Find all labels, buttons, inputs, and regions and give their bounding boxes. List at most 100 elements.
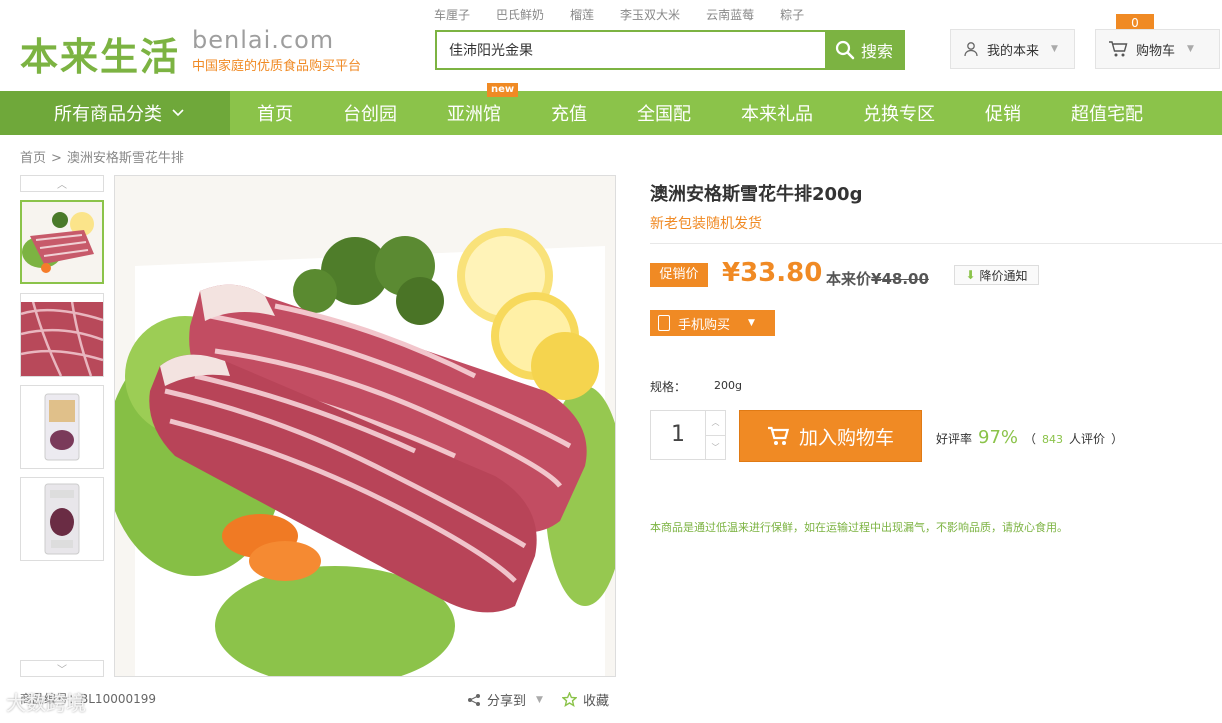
nav-item-nationwide[interactable]: 全国配	[637, 91, 691, 135]
share-icon	[468, 693, 480, 706]
nav-item-asia[interactable]: 亚洲馆 new	[447, 83, 519, 135]
breadcrumb-current[interactable]: 澳洲安格斯雪花牛排	[67, 151, 184, 166]
phone-icon	[658, 315, 670, 331]
steak-closeup-thumb	[21, 294, 103, 376]
my-account-button[interactable]: 我的本来 ▼	[950, 29, 1075, 69]
star-icon	[562, 692, 577, 707]
promo-price-tag: 促销价	[650, 263, 708, 287]
divider	[650, 243, 1222, 244]
nav-item-label: 充值	[551, 104, 587, 125]
main-nav: 所有商品分类 首页 台创园 亚洲馆 new 充值 全国配 本来礼品 兑换专区 促…	[0, 83, 1222, 135]
storage-notice: 本商品是通过低温来进行保鲜，如在运输过程中出现漏气，不影响品质，请放心食用。	[650, 521, 1068, 534]
original-price: 本来价¥48.00	[826, 268, 929, 289]
hot-word-link[interactable]: 巴氏鲜奶	[496, 6, 544, 23]
rating-summary: 好评率 97% （ 843 人评价 ）	[936, 427, 1123, 448]
chevron-down-icon: ▼	[748, 318, 755, 328]
chevron-down-icon: ▼	[1187, 44, 1194, 54]
share-label: 分享到	[487, 694, 527, 709]
notify-label: 降价通知	[979, 268, 1028, 283]
nav-item-gifts[interactable]: 本来礼品	[741, 91, 813, 135]
mobile-buy-label: 手机购买	[678, 317, 731, 333]
logo-slogan: 中国家庭的优质食品购买平台	[192, 59, 362, 74]
nav-item-home-delivery[interactable]: 超值宅配	[1071, 91, 1143, 135]
original-price-label: 本来价	[826, 270, 872, 288]
product-subtitle: 新老包装随机发货	[650, 216, 762, 232]
favorite-label: 收藏	[583, 694, 610, 709]
search-bar: 搜索	[435, 30, 905, 70]
add-to-cart-button[interactable]: 加入购物车	[739, 410, 922, 462]
add-to-cart-label: 加入购物车	[798, 426, 894, 449]
rating-percent: 97%	[978, 427, 1019, 448]
nav-item-label: 首页	[257, 104, 293, 125]
quantity-increase-button[interactable]: ︿	[706, 411, 725, 436]
nav-item-taichuangyuan[interactable]: 台创园	[343, 91, 397, 135]
nav-item-label: 台创园	[343, 104, 397, 125]
quantity-arrows: ︿ ﹀	[705, 411, 725, 459]
nav-item-home[interactable]: 首页	[257, 91, 293, 135]
quantity-stepper: 1 ︿ ﹀	[650, 410, 726, 460]
thumbnail-1[interactable]	[20, 200, 104, 284]
nav-item-promotion[interactable]: 促销	[985, 91, 1021, 135]
breadcrumb: 首页 > 澳洲安格斯雪花牛排	[20, 147, 184, 166]
thumbnail-3[interactable]	[20, 385, 104, 469]
chevron-down-icon	[172, 109, 184, 117]
search-input[interactable]	[437, 32, 825, 68]
cart-button[interactable]: 购物车 ▼	[1095, 29, 1220, 69]
nav-item-redeem[interactable]: 兑换专区	[863, 91, 935, 135]
hot-word-link[interactable]: 李玉双大米	[620, 6, 680, 23]
product-title: 澳洲安格斯雪花牛排200g	[650, 184, 863, 205]
review-label: 人评价	[1069, 432, 1106, 446]
logo-domain: benlai.com	[192, 26, 335, 54]
nav-item-label: 本来礼品	[741, 104, 813, 125]
spec-option[interactable]: 200g	[714, 379, 742, 392]
hot-word-link[interactable]: 车厘子	[434, 6, 470, 23]
arrow-down-icon: ⬇	[965, 268, 976, 282]
thumb-scroll-down[interactable]: ﹀	[20, 660, 104, 677]
my-account-label: 我的本来	[987, 43, 1040, 59]
breadcrumb-home[interactable]: 首页	[20, 151, 46, 166]
mobile-buy-button[interactable]: 手机购买 ▼	[650, 310, 775, 336]
steak-main-photo	[115, 176, 615, 676]
main-product-image[interactable]	[114, 175, 616, 677]
rating-label: 好评率	[936, 432, 973, 446]
nav-item-label: 亚洲馆	[447, 104, 501, 125]
all-categories-menu[interactable]: 所有商品分类	[0, 91, 230, 135]
review-paren-open: （	[1024, 432, 1037, 446]
hot-word-link[interactable]: 榴莲	[570, 6, 594, 23]
thumbnail-2[interactable]	[20, 293, 104, 377]
quantity-decrease-button[interactable]: ﹀	[706, 436, 725, 460]
original-price-value: ¥48.00	[871, 270, 929, 288]
search-icon	[835, 40, 855, 60]
quantity-input[interactable]: 1	[651, 411, 705, 459]
thumbnail-4[interactable]	[20, 477, 104, 561]
all-categories-label: 所有商品分类	[54, 104, 162, 125]
price-drop-notify-button[interactable]: ⬇ 降价通知	[954, 265, 1039, 285]
nav-item-label: 促销	[985, 104, 1021, 125]
review-paren-close: ）	[1111, 432, 1124, 446]
cart-label: 购物车	[1136, 43, 1176, 59]
search-button[interactable]: 搜索	[825, 32, 903, 68]
review-count[interactable]: 843	[1042, 433, 1063, 446]
chevron-down-icon: ▼	[1051, 44, 1058, 54]
promo-price: ¥33.80	[722, 258, 823, 288]
spec-label: 规格：	[650, 380, 687, 394]
nav-item-recharge[interactable]: 充值	[551, 91, 587, 135]
cart-icon	[767, 426, 789, 445]
hot-search-words: 车厘子 巴氏鲜奶 榴莲 李玉双大米 云南蓝莓 粽子	[434, 6, 830, 23]
packaged-steak-thumb	[21, 386, 103, 468]
thumb-scroll-up[interactable]: ︿	[20, 175, 104, 192]
favorite-button[interactable]: 收藏	[562, 690, 609, 709]
nav-item-label: 兑换专区	[863, 104, 935, 125]
share-button[interactable]: 分享到 ▼	[467, 690, 543, 709]
logo-chinese: 本来生活	[20, 35, 181, 79]
new-badge: new	[487, 83, 519, 97]
cart-icon	[1109, 41, 1128, 57]
breadcrumb-separator: >	[51, 151, 62, 166]
nav-item-label: 超值宅配	[1071, 104, 1143, 125]
steak-plate-thumb	[22, 202, 102, 282]
hot-word-link[interactable]: 粽子	[780, 6, 804, 23]
search-button-label: 搜索	[860, 42, 893, 61]
watermark: 大数跨境	[0, 686, 170, 716]
hot-word-link[interactable]: 云南蓝莓	[706, 6, 754, 23]
nav-item-label: 全国配	[637, 104, 691, 125]
